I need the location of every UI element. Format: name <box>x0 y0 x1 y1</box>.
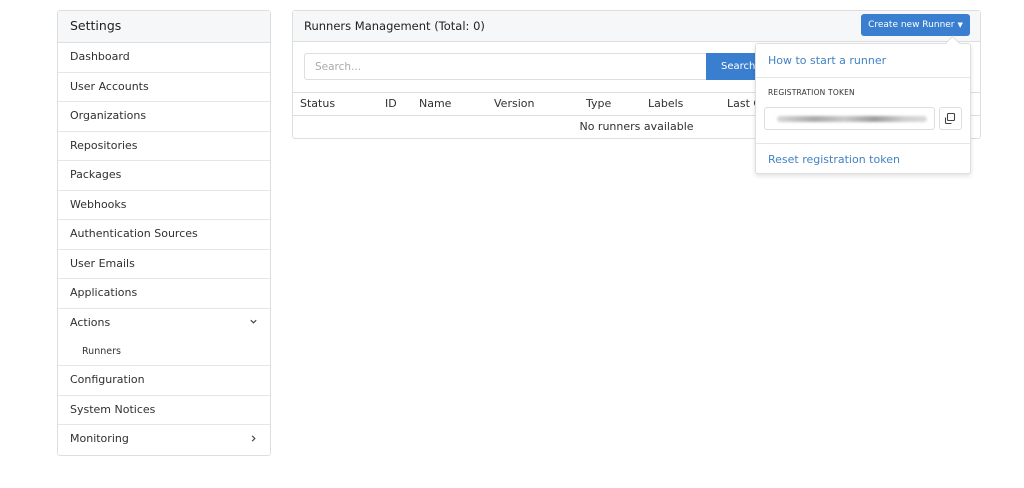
sidebar-item-actions[interactable]: Actions <box>58 309 270 339</box>
sidebar-item-organizations[interactable]: Organizations <box>58 102 270 132</box>
chevron-right-icon <box>249 425 258 453</box>
sidebar-item-label: Monitoring <box>70 432 129 445</box>
sidebar-item-system-notices[interactable]: System Notices <box>58 396 270 425</box>
sidebar-item-monitoring[interactable]: Monitoring <box>58 425 270 455</box>
chevron-down-icon <box>249 309 258 337</box>
sidebar-item-authentication-sources[interactable]: Authentication Sources <box>58 220 270 250</box>
sidebar-item-configuration[interactable]: Configuration <box>58 366 270 396</box>
page-title: Runners Management (Total: 0) <box>304 19 485 33</box>
registration-token-label: REGISTRATION TOKEN <box>768 88 855 97</box>
create-runner-label: Create new Runner <box>868 20 955 30</box>
copy-token-button[interactable] <box>939 107 962 130</box>
sidebar-item-dashboard[interactable]: Dashboard <box>58 43 270 73</box>
sidebar-item-user-emails[interactable]: User Emails <box>58 250 270 279</box>
create-runner-dropdown: How to start a runner REGISTRATION TOKEN… <box>755 35 971 174</box>
registration-token-field[interactable] <box>764 107 935 130</box>
sidebar-item-webhooks[interactable]: Webhooks <box>58 191 270 220</box>
column-type[interactable]: Type <box>586 97 611 110</box>
sidebar-subitem-runners[interactable]: Runners <box>58 338 270 366</box>
caret-down-icon: ▼ <box>957 21 963 29</box>
settings-sidebar: Settings Dashboard User Accounts Organiz… <box>57 10 271 456</box>
sidebar-header: Settings <box>58 11 270 43</box>
sidebar-item-applications[interactable]: Applications <box>58 279 270 309</box>
divider <box>756 77 970 78</box>
panel-header: Runners Management (Total: 0) Create new… <box>293 11 980 42</box>
create-runner-button[interactable]: Create new Runner ▼ <box>861 14 970 36</box>
sidebar-item-repositories[interactable]: Repositories <box>58 132 270 161</box>
column-id[interactable]: ID <box>385 97 397 110</box>
sidebar-item-user-accounts[interactable]: User Accounts <box>58 73 270 102</box>
how-to-start-runner-link[interactable]: How to start a runner <box>768 54 886 67</box>
search-input[interactable] <box>304 53 706 80</box>
sidebar-item-label: Actions <box>70 315 111 329</box>
divider <box>756 143 970 144</box>
sidebar-item-packages[interactable]: Packages <box>58 161 270 191</box>
column-status[interactable]: Status <box>300 97 335 110</box>
reset-registration-token-link[interactable]: Reset registration token <box>768 153 900 166</box>
copy-icon <box>940 112 961 132</box>
column-name[interactable]: Name <box>419 97 451 110</box>
column-version[interactable]: Version <box>494 97 534 110</box>
column-labels[interactable]: Labels <box>648 97 683 110</box>
redacted-token <box>777 116 927 122</box>
